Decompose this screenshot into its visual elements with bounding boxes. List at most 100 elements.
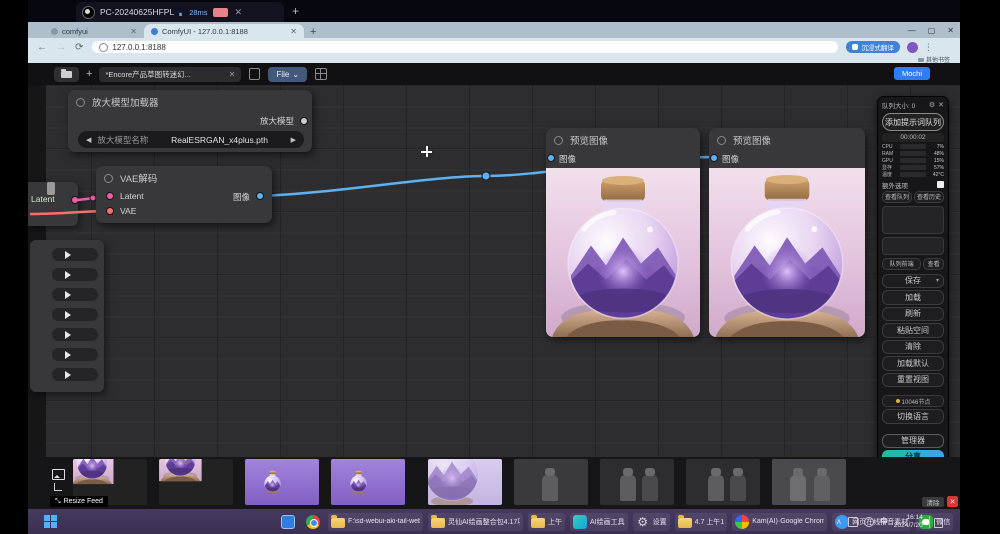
extension-button[interactable]: 沉浸式翻译 bbox=[846, 41, 900, 53]
notification-center-icon[interactable] bbox=[929, 516, 943, 528]
gallery-thumbnail[interactable] bbox=[514, 459, 588, 505]
tray-icon[interactable] bbox=[848, 517, 858, 527]
extra-options-checkbox[interactable] bbox=[937, 181, 944, 188]
image-input-dot[interactable] bbox=[710, 154, 718, 162]
browser-tab-1[interactable]: comfyui ✕ bbox=[44, 24, 144, 38]
queue-prompt-button[interactable]: 添加提示词队列 bbox=[882, 113, 944, 131]
feed-clear-button[interactable]: 清除 bbox=[922, 497, 944, 507]
view-button[interactable]: 查看 bbox=[923, 258, 944, 270]
collapsed-widget[interactable] bbox=[52, 268, 98, 281]
next-arrow-icon[interactable]: ▶ bbox=[291, 136, 296, 144]
file-menu-button[interactable]: File ⌄ bbox=[268, 67, 307, 82]
close-icon[interactable]: ✕ bbox=[947, 26, 954, 35]
workflows-button[interactable] bbox=[54, 67, 79, 82]
layout-grid-icon[interactable] bbox=[315, 68, 327, 80]
view-queue-button[interactable]: 查看队列 bbox=[882, 191, 912, 203]
nodes-count-badge[interactable]: 10046节点 bbox=[882, 395, 944, 407]
taskbar-app[interactable]: AI绘画工具 bbox=[570, 513, 628, 531]
resize-feed-button[interactable]: ⤡ Resize Feed bbox=[50, 496, 108, 507]
gallery-thumbnail[interactable] bbox=[686, 459, 760, 505]
input-language-indicator[interactable]: 中 bbox=[880, 516, 888, 527]
gallery-thumbnail[interactable] bbox=[245, 459, 319, 505]
latent-input-dot[interactable] bbox=[106, 192, 114, 200]
image-icon[interactable] bbox=[52, 469, 65, 480]
node-upscale-model-loader[interactable]: 放大模型加载器 放大模型 ◀ 放大模型名称 RealESRGAN_x4plus.… bbox=[68, 90, 312, 152]
save-button[interactable]: 保存 ▾ bbox=[882, 274, 944, 289]
node-resize-handle[interactable] bbox=[47, 182, 55, 195]
gallery-thumbnail[interactable] bbox=[772, 459, 846, 505]
prev-arrow-icon[interactable]: ◀ bbox=[86, 136, 91, 144]
reload-icon[interactable]: ⟳ bbox=[75, 42, 83, 53]
rdp-session-tab[interactable]: PC-20240625HFPL 28ms ✕ bbox=[76, 2, 284, 22]
workflow-tab-close-icon[interactable]: ✕ bbox=[229, 70, 236, 79]
collapse-icon[interactable] bbox=[104, 174, 113, 183]
workflow-tab[interactable]: *Encore产品草图转迷幻... ✕ bbox=[99, 67, 241, 82]
taskbar-folder[interactable]: F:\sd-webui-aki-tail-web bbox=[328, 513, 423, 531]
collapsed-widget[interactable] bbox=[52, 288, 98, 301]
collapse-icon[interactable] bbox=[717, 136, 726, 145]
feed-close-button[interactable]: ✕ bbox=[947, 496, 958, 507]
collapsed-widget[interactable] bbox=[52, 308, 98, 321]
taskbar-app[interactable]: Kam(AI)·Google Chrome bbox=[732, 513, 827, 531]
reset-view-button[interactable]: 重置视图 bbox=[882, 373, 944, 388]
pin-icon[interactable] bbox=[54, 483, 62, 491]
view-history-button[interactable]: 查看历史 bbox=[914, 191, 944, 203]
back-icon[interactable]: ← bbox=[37, 42, 47, 53]
node-preview-image-2[interactable]: 预览图像 图像 bbox=[709, 128, 865, 337]
maximize-icon[interactable]: ▢ bbox=[928, 26, 936, 35]
image-output-dot[interactable] bbox=[256, 192, 264, 200]
cutoff-node-widgets[interactable] bbox=[30, 240, 104, 392]
clock[interactable]: 16:14 2024/7/20 bbox=[894, 514, 923, 529]
collapsed-widget[interactable] bbox=[52, 348, 98, 361]
load-default-button[interactable]: 加载默认 bbox=[882, 356, 944, 371]
collapse-icon[interactable] bbox=[554, 136, 563, 145]
address-bar[interactable]: 127.0.0.1:8188 bbox=[92, 41, 838, 53]
taskbar-folder[interactable]: 上午 bbox=[528, 513, 565, 531]
refresh-button[interactable]: 刷新 bbox=[882, 307, 944, 322]
model-name-widget[interactable]: ◀ 放大模型名称 RealESRGAN_x4plus.pth ▶ bbox=[78, 131, 304, 148]
upscale-model-output-dot[interactable] bbox=[300, 117, 308, 125]
tab-close-icon[interactable]: ✕ bbox=[290, 27, 297, 36]
tab-close-icon[interactable]: ✕ bbox=[130, 27, 137, 36]
tray-icon[interactable] bbox=[864, 517, 874, 527]
rdp-new-tab-button[interactable]: + bbox=[292, 4, 299, 18]
image-input-dot[interactable] bbox=[547, 154, 555, 162]
taskbar-folder[interactable]: 灵仙AI绘画整合包4.17项目 bbox=[428, 513, 523, 531]
gallery-thumbnail[interactable] bbox=[428, 459, 502, 505]
gallery-thumbnail[interactable] bbox=[159, 459, 233, 505]
clear-button[interactable]: 清除 bbox=[882, 340, 944, 355]
tray-expand-icon[interactable]: ∧ bbox=[836, 517, 842, 526]
settings-gear-icon[interactable]: ⚙ bbox=[929, 101, 935, 109]
collapsed-widget[interactable] bbox=[52, 248, 98, 261]
queue-front-button[interactable]: 队列前端 bbox=[882, 258, 921, 270]
gallery-thumbnail[interactable] bbox=[331, 459, 405, 505]
node-preview-image-1[interactable]: 预览图像 图像 bbox=[546, 128, 700, 337]
minimize-icon[interactable]: — bbox=[908, 26, 916, 35]
manager-button[interactable]: 管理器 bbox=[882, 434, 944, 449]
taskbar-folder[interactable]: 4.7 上午1 bbox=[675, 513, 728, 531]
save-icon[interactable] bbox=[249, 68, 260, 80]
vae-input-dot[interactable] bbox=[106, 207, 114, 215]
browser-tab-2-active[interactable]: ComfyUI - 127.0.0.1:8188 ✕ bbox=[144, 24, 304, 38]
mochi-badge[interactable]: Mochi bbox=[894, 67, 930, 80]
browser-new-tab-button[interactable]: + bbox=[310, 26, 316, 38]
new-workflow-button[interactable]: + bbox=[86, 68, 92, 80]
profile-avatar[interactable] bbox=[907, 42, 918, 53]
load-button[interactable]: 加载 bbox=[882, 290, 944, 305]
browser-menu-icon[interactable]: ⋮ bbox=[924, 42, 933, 53]
start-button[interactable] bbox=[44, 515, 57, 528]
collapsed-widget[interactable] bbox=[52, 328, 98, 341]
collapse-icon[interactable] bbox=[76, 98, 85, 107]
taskbar-app-chrome[interactable] bbox=[303, 513, 323, 531]
latent-output-dot[interactable] bbox=[71, 196, 79, 204]
gallery-thumbnail[interactable] bbox=[600, 459, 674, 505]
forward-icon[interactable]: → bbox=[56, 42, 66, 53]
taskbar-settings[interactable]: ⚙设置 bbox=[633, 513, 670, 531]
taskbar-app[interactable] bbox=[278, 513, 298, 531]
rdp-tab-close-icon[interactable]: ✕ bbox=[235, 7, 243, 18]
panel-close-icon[interactable]: ✕ bbox=[938, 101, 944, 109]
node-vae-decode[interactable]: VAE解码 Latent VAE 图像 bbox=[96, 166, 272, 223]
clipspace-button[interactable]: 粘贴空间 bbox=[882, 323, 944, 338]
collapsed-widget[interactable] bbox=[52, 368, 98, 381]
switch-language-button[interactable]: 切换语言 bbox=[882, 409, 944, 424]
